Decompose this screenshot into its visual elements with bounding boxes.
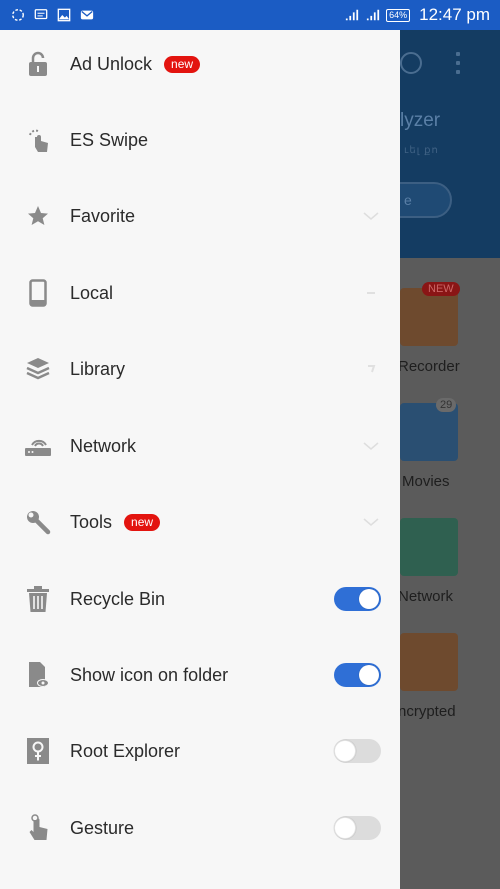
layers-icon xyxy=(24,355,52,383)
drawer-item-ad-unlock[interactable]: Ad Unlock new xyxy=(0,34,400,94)
gesture-toggle[interactable] xyxy=(334,816,381,840)
toggle-knob xyxy=(359,589,379,609)
toggle-knob xyxy=(334,740,356,762)
drawer-item-label: Gesture xyxy=(70,817,135,838)
lock-open-icon xyxy=(24,50,52,78)
sync-icon xyxy=(12,9,24,21)
image-icon xyxy=(57,8,71,22)
router-icon xyxy=(24,432,52,460)
drawer-item-label: Recycle Bin xyxy=(70,588,166,609)
drawer-item-recycle-bin[interactable]: Recycle Bin xyxy=(0,569,400,629)
swipe-hand-icon xyxy=(24,126,52,154)
analyzer-title: lyzer xyxy=(400,110,441,131)
new-badge: NEW xyxy=(422,282,460,296)
navigation-drawer: Ad Unlock new ES Swipe Favorite Local Li… xyxy=(0,30,400,889)
drawer-item-es-swipe[interactable]: ES Swipe xyxy=(0,110,400,170)
wrench-icon xyxy=(24,508,52,536)
drawer-item-library[interactable]: Library xyxy=(0,339,400,399)
drawer-item-label: Local xyxy=(70,282,114,303)
toggle-knob xyxy=(334,817,356,839)
new-badge: new xyxy=(164,55,201,73)
background-app-scrim[interactable]: lyzer ւել քո e NEW Recorder 29 Movies Ne… xyxy=(380,30,500,889)
recorder-tile xyxy=(400,288,458,346)
chevron-down-icon[interactable] xyxy=(362,287,380,299)
email-icon xyxy=(80,10,94,20)
drawer-item-label: Root Explorer xyxy=(70,740,181,761)
trash-icon xyxy=(24,585,52,613)
movies-label: Movies xyxy=(402,473,450,490)
encrypted-tile xyxy=(400,633,458,691)
clock: 12:47 pm xyxy=(419,5,490,24)
network-label: Network xyxy=(398,588,454,605)
folder-eye-icon xyxy=(24,661,52,689)
movies-count-badge: 29 xyxy=(436,398,457,412)
battery-indicator: 64% xyxy=(386,8,411,22)
more-options-icon xyxy=(456,52,460,79)
drawer-item-root-explorer[interactable]: Root Explorer xyxy=(0,721,400,781)
drawer-item-gesture[interactable]: Gesture xyxy=(0,798,400,858)
background-header: lyzer ւել քո e xyxy=(380,30,500,258)
root-key-icon xyxy=(24,737,52,765)
gesture-hand-icon xyxy=(24,814,52,842)
drawer-item-label: Favorite xyxy=(70,205,136,226)
network-tile xyxy=(400,518,458,576)
drawer-item-tools[interactable]: Tools new xyxy=(0,492,400,552)
encrypted-label: ncrypted xyxy=(398,703,456,720)
search-icon xyxy=(400,52,422,74)
signal-sim1-icon xyxy=(345,9,359,21)
drawer-item-label: Tools xyxy=(70,511,113,532)
drawer-item-label: Network xyxy=(70,435,137,456)
drawer-item-label: Library xyxy=(70,358,126,379)
drawer-item-label: Ad Unlock xyxy=(70,53,153,74)
root-explorer-toggle[interactable] xyxy=(334,739,381,763)
drawer-item-show-icon-on-folder[interactable]: Show icon on folder xyxy=(0,645,400,705)
analyzer-subtitle: ւել քո xyxy=(404,145,439,156)
star-icon xyxy=(24,202,52,230)
drawer-item-label: ES Swipe xyxy=(70,129,149,150)
recorder-label: Recorder xyxy=(398,358,460,375)
status-bar: 64% 12:47 pm xyxy=(0,0,500,30)
message-icon xyxy=(34,9,48,20)
signal-sim2-icon xyxy=(366,9,380,21)
toggle-knob xyxy=(359,665,379,685)
phone-icon xyxy=(24,279,52,307)
chevron-down-icon[interactable] xyxy=(362,440,380,452)
new-badge: new xyxy=(124,513,161,531)
drawer-item-network[interactable]: Network xyxy=(0,416,400,476)
drawer-item-favorite[interactable]: Favorite xyxy=(0,186,400,246)
chevron-down-icon[interactable] xyxy=(362,516,380,528)
drawer-item-label: Show icon on folder xyxy=(70,664,229,685)
chevron-down-icon[interactable] xyxy=(362,363,380,375)
show-icon-on-folder-toggle[interactable] xyxy=(334,663,381,687)
chevron-down-icon[interactable] xyxy=(362,210,380,222)
recycle-bin-toggle[interactable] xyxy=(334,587,381,611)
drawer-item-local[interactable]: Local xyxy=(0,263,400,323)
